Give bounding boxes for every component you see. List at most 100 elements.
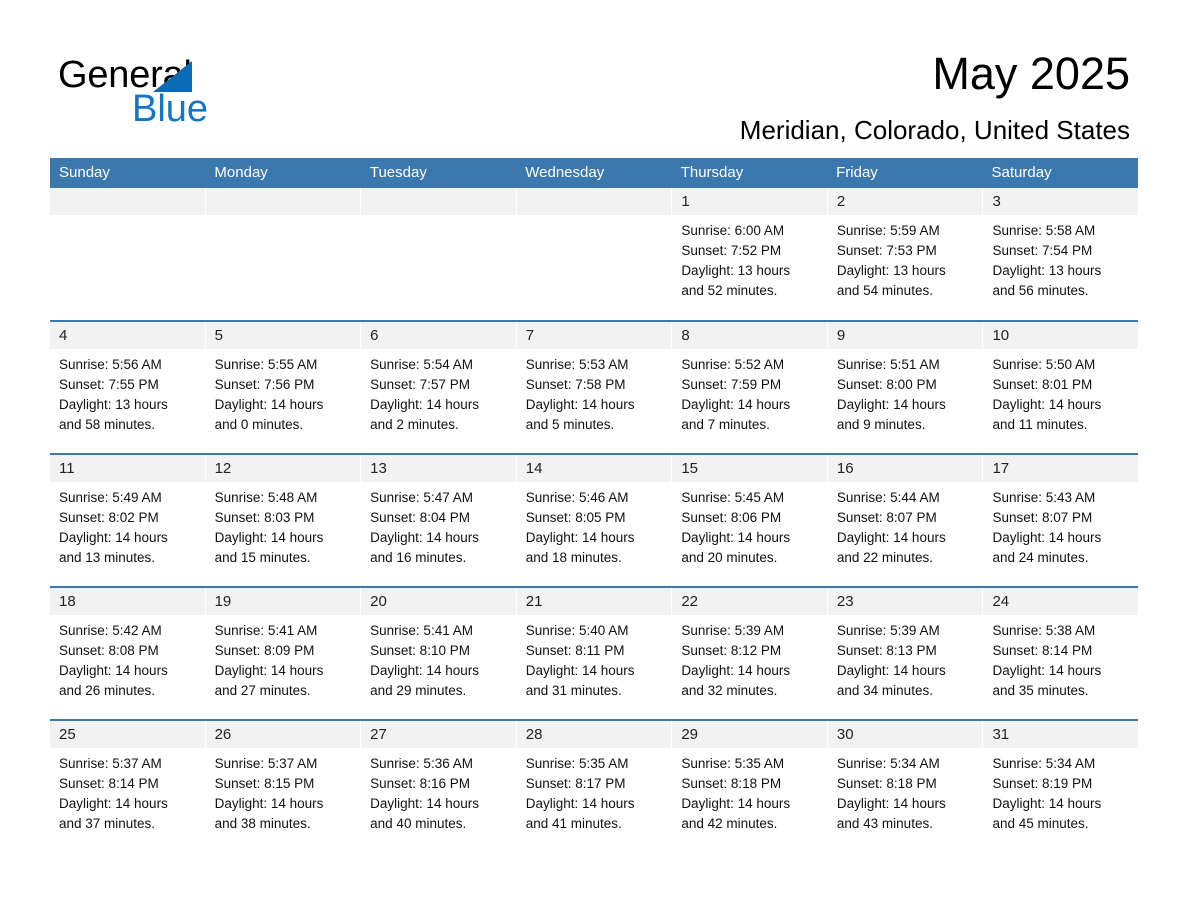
weekday-header-sunday: Sunday [59, 164, 110, 181]
day-details: Sunrise: 5:50 AM Sunset: 8:01 PM Dayligh… [983, 349, 1138, 435]
day-cell[interactable]: 16 Sunrise: 5:44 AM Sunset: 8:07 PM Dayl… [827, 455, 984, 586]
day-cell[interactable]: 14 Sunrise: 5:46 AM Sunset: 8:05 PM Dayl… [516, 455, 673, 586]
day-cell[interactable]: 18 Sunrise: 5:42 AM Sunset: 8:08 PM Dayl… [50, 588, 206, 719]
daylight-text-line2: and 45 minutes. [992, 816, 1089, 831]
daylight-text-line2: and 34 minutes. [836, 683, 933, 698]
day-cell[interactable]: 15 Sunrise: 5:45 AM Sunset: 8:06 PM Dayl… [672, 455, 828, 586]
sunset-text: Sunset: 8:07 PM [836, 510, 937, 525]
sunset-text: Sunset: 8:02 PM [59, 510, 159, 525]
page-title: May 2025 [932, 48, 1130, 99]
sunset-text: Sunset: 8:12 PM [681, 643, 782, 658]
daylight-text-line1: Daylight: 14 hours [59, 796, 168, 811]
day-details: Sunrise: 5:53 AM Sunset: 7:58 PM Dayligh… [517, 349, 672, 435]
sunrise-text: Sunrise: 5:37 AM [59, 756, 162, 771]
sunset-text: Sunset: 7:58 PM [525, 377, 626, 392]
page-header: General Blue May 2025 Meridian, Colorado… [0, 40, 1188, 150]
day-number [361, 188, 516, 215]
day-number [516, 188, 672, 215]
day-cell[interactable]: 12 Sunrise: 5:48 AM Sunset: 8:03 PM Dayl… [205, 455, 362, 586]
day-details: Sunrise: 5:37 AM Sunset: 8:14 PM Dayligh… [50, 748, 205, 834]
sunset-text: Sunset: 8:18 PM [681, 776, 782, 791]
week-row: 25 Sunrise: 5:37 AM Sunset: 8:14 PM Dayl… [50, 719, 1139, 852]
sunset-text: Sunset: 8:07 PM [992, 510, 1093, 525]
daylight-text-line1: Daylight: 14 hours [214, 663, 324, 678]
daylight-text-line2: and 40 minutes. [370, 816, 467, 831]
daylight-text-line2: and 16 minutes. [370, 550, 467, 565]
day-cell[interactable]: 6 Sunrise: 5:54 AM Sunset: 7:57 PM Dayli… [361, 322, 517, 453]
day-cell[interactable]: 4 Sunrise: 5:56 AM Sunset: 7:55 PM Dayli… [50, 322, 206, 453]
day-cell[interactable]: 26 Sunrise: 5:37 AM Sunset: 8:15 PM Dayl… [205, 721, 362, 852]
brand-logo[interactable]: General Blue [58, 54, 338, 140]
day-number: 24 [983, 588, 1139, 615]
sunset-text: Sunset: 7:55 PM [59, 377, 159, 392]
day-number: 12 [205, 455, 361, 482]
day-cell[interactable]: 13 Sunrise: 5:47 AM Sunset: 8:04 PM Dayl… [361, 455, 517, 586]
day-cell[interactable]: 17 Sunrise: 5:43 AM Sunset: 8:07 PM Dayl… [983, 455, 1139, 586]
daylight-text-line2: and 7 minutes. [681, 417, 770, 432]
day-details: Sunrise: 5:41 AM Sunset: 8:09 PM Dayligh… [206, 615, 361, 701]
daylight-text-line2: and 27 minutes. [214, 683, 311, 698]
location-subtitle: Meridian, Colorado, United States [739, 115, 1130, 145]
day-number: 21 [516, 588, 672, 615]
daylight-text-line1: Daylight: 14 hours [214, 796, 324, 811]
day-cell[interactable]: 22 Sunrise: 5:39 AM Sunset: 8:12 PM Dayl… [672, 588, 828, 719]
daylight-text-line1: Daylight: 13 hours [681, 263, 791, 278]
day-cell[interactable]: 5 Sunrise: 5:55 AM Sunset: 7:56 PM Dayli… [205, 322, 362, 453]
day-details: Sunrise: 5:34 AM Sunset: 8:18 PM Dayligh… [828, 748, 983, 834]
daylight-text-line1: Daylight: 13 hours [992, 263, 1102, 278]
day-cell[interactable]: 31 Sunrise: 5:34 AM Sunset: 8:19 PM Dayl… [983, 721, 1139, 852]
daylight-text-line1: Daylight: 14 hours [836, 397, 946, 412]
day-details: Sunrise: 5:39 AM Sunset: 8:13 PM Dayligh… [828, 615, 983, 701]
day-cell[interactable]: 11 Sunrise: 5:49 AM Sunset: 8:02 PM Dayl… [50, 455, 206, 586]
day-cell[interactable]: 19 Sunrise: 5:41 AM Sunset: 8:09 PM Dayl… [205, 588, 362, 719]
day-details: Sunrise: 5:56 AM Sunset: 7:55 PM Dayligh… [50, 349, 205, 435]
day-cell[interactable]: 21 Sunrise: 5:40 AM Sunset: 8:11 PM Dayl… [516, 588, 673, 719]
day-details: Sunrise: 5:59 AM Sunset: 7:53 PM Dayligh… [828, 215, 983, 301]
day-cell[interactable]: 27 Sunrise: 5:36 AM Sunset: 8:16 PM Dayl… [361, 721, 517, 852]
daylight-text-line1: Daylight: 14 hours [370, 397, 479, 412]
daylight-text-line2: and 31 minutes. [525, 683, 622, 698]
sunset-text: Sunset: 8:01 PM [992, 377, 1093, 392]
day-details: Sunrise: 5:54 AM Sunset: 7:57 PM Dayligh… [361, 349, 516, 435]
sunrise-text: Sunrise: 5:39 AM [681, 623, 785, 638]
daylight-text-line1: Daylight: 14 hours [214, 397, 324, 412]
day-cell[interactable]: 30 Sunrise: 5:34 AM Sunset: 8:18 PM Dayl… [827, 721, 984, 852]
daylight-text-line1: Daylight: 14 hours [681, 530, 791, 545]
day-number: 7 [516, 322, 672, 349]
daylight-text-line1: Daylight: 14 hours [59, 663, 168, 678]
day-cell[interactable]: 29 Sunrise: 5:35 AM Sunset: 8:18 PM Dayl… [672, 721, 828, 852]
day-cell[interactable]: 9 Sunrise: 5:51 AM Sunset: 8:00 PM Dayli… [827, 322, 984, 453]
day-cell[interactable]: 23 Sunrise: 5:39 AM Sunset: 8:13 PM Dayl… [827, 588, 984, 719]
weekday-header-thursday: Thursday [680, 164, 744, 181]
day-cell [205, 188, 362, 320]
day-number: 4 [50, 322, 205, 349]
daylight-text-line2: and 38 minutes. [214, 816, 311, 831]
day-cell[interactable]: 1 Sunrise: 6:00 AM Sunset: 7:52 PM Dayli… [672, 188, 828, 320]
day-cell[interactable]: 10 Sunrise: 5:50 AM Sunset: 8:01 PM Dayl… [983, 322, 1139, 453]
day-cell[interactable]: 8 Sunrise: 5:52 AM Sunset: 7:59 PM Dayli… [672, 322, 828, 453]
daylight-text-line1: Daylight: 14 hours [370, 530, 479, 545]
sunrise-text: Sunrise: 5:51 AM [836, 357, 940, 372]
daylight-text-line2: and 18 minutes. [525, 550, 622, 565]
day-cell[interactable]: 25 Sunrise: 5:37 AM Sunset: 8:14 PM Dayl… [50, 721, 206, 852]
daylight-text-line2: and 43 minutes. [836, 816, 933, 831]
day-details: Sunrise: 5:34 AM Sunset: 8:19 PM Dayligh… [983, 748, 1138, 834]
daylight-text-line2: and 2 minutes. [370, 417, 459, 432]
sunset-text: Sunset: 8:03 PM [214, 510, 315, 525]
daylight-text-line2: and 56 minutes. [992, 283, 1089, 298]
day-cell[interactable]: 7 Sunrise: 5:53 AM Sunset: 7:58 PM Dayli… [516, 322, 673, 453]
daylight-text-line2: and 22 minutes. [836, 550, 933, 565]
sunset-text: Sunset: 8:17 PM [525, 776, 626, 791]
day-number: 17 [983, 455, 1139, 482]
day-cell[interactable]: 28 Sunrise: 5:35 AM Sunset: 8:17 PM Dayl… [516, 721, 673, 852]
day-cell[interactable]: 20 Sunrise: 5:41 AM Sunset: 8:10 PM Dayl… [361, 588, 517, 719]
sunrise-text: Sunrise: 5:38 AM [992, 623, 1096, 638]
day-details: Sunrise: 5:44 AM Sunset: 8:07 PM Dayligh… [828, 482, 983, 568]
daylight-text-line2: and 42 minutes. [681, 816, 778, 831]
daylight-text-line1: Daylight: 14 hours [836, 663, 946, 678]
day-cell[interactable]: 2 Sunrise: 5:59 AM Sunset: 7:53 PM Dayli… [827, 188, 984, 320]
day-number: 14 [516, 455, 672, 482]
day-cell[interactable]: 3 Sunrise: 5:58 AM Sunset: 7:54 PM Dayli… [983, 188, 1139, 320]
day-cell[interactable]: 24 Sunrise: 5:38 AM Sunset: 8:14 PM Dayl… [983, 588, 1139, 719]
daylight-text-line2: and 20 minutes. [681, 550, 778, 565]
